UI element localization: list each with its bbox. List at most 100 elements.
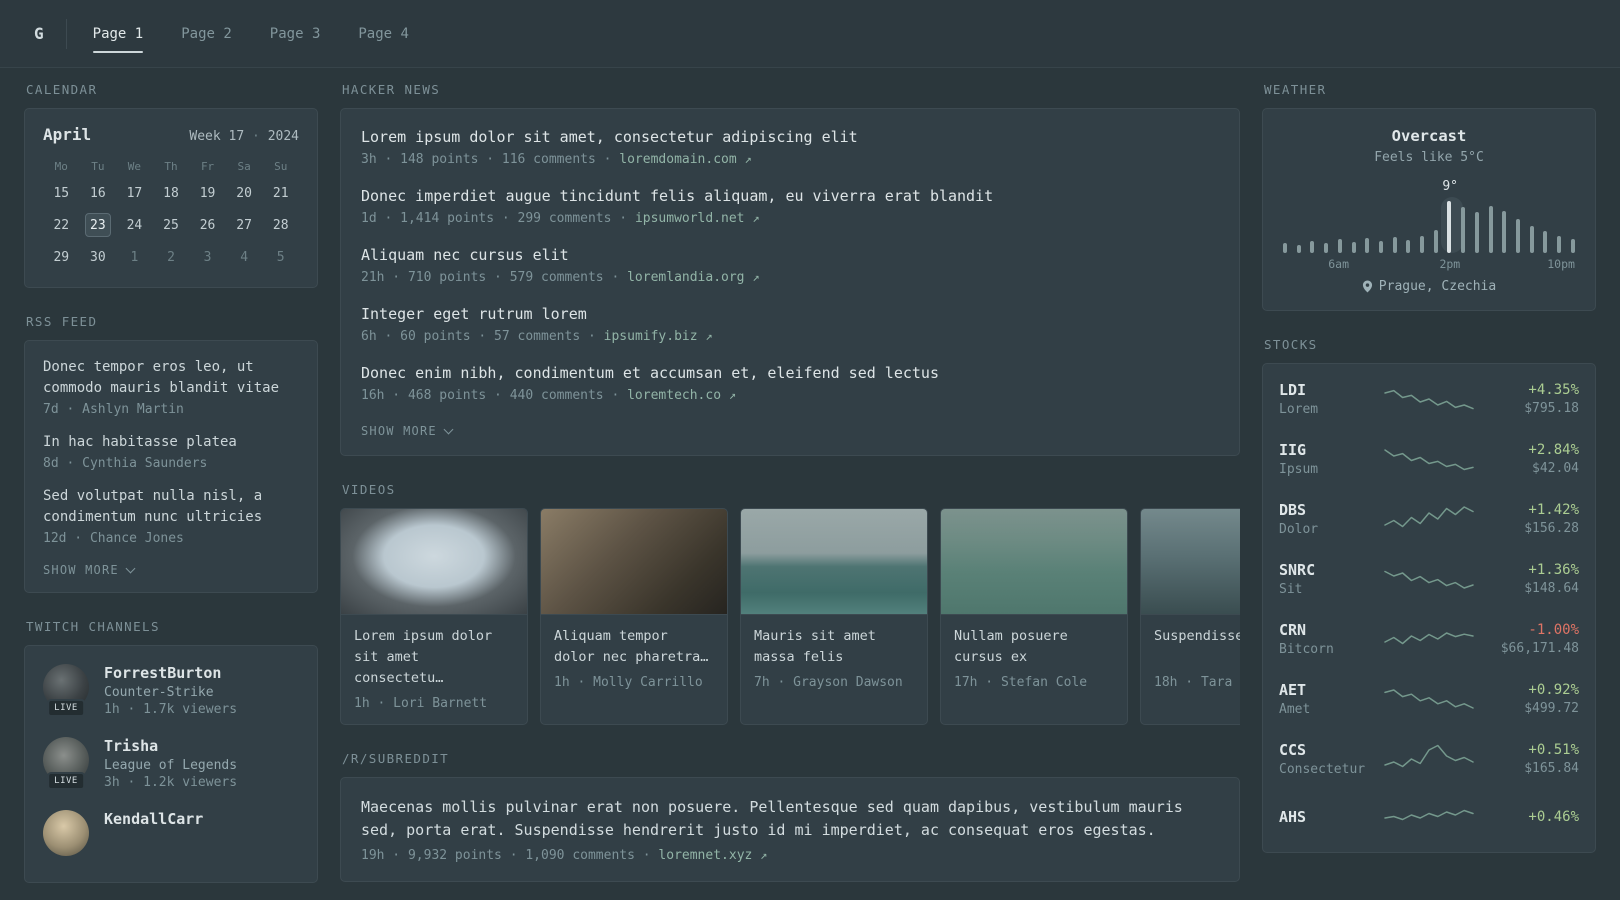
calendar-day: 21 xyxy=(272,185,289,201)
twitch-channel[interactable]: LIVE Trisha League of Legends 3h · 1.2k … xyxy=(43,737,299,790)
video-card[interactable]: Lorem ipsum dolor sit amet consectetu… 1… xyxy=(340,508,528,725)
stock-sparkline xyxy=(1371,442,1487,476)
tab-page-4[interactable]: Page 4 xyxy=(358,0,409,67)
rss-item-title[interactable]: In hac habitasse platea xyxy=(43,432,299,453)
weather-bar xyxy=(1570,239,1575,253)
stock-symbol: SNRC xyxy=(1279,561,1316,579)
subreddit-meta-text: 19h · 9,932 points · 1,090 comments · xyxy=(361,848,651,864)
channel-avatar[interactable]: LIVE xyxy=(43,737,89,790)
calendar-widget: April Week 17 · 2024 Mo Tu We Th Fr Sa Su 15 16… xyxy=(24,108,318,288)
stock-row[interactable]: AET Amet +0.92% $499.72 xyxy=(1279,669,1579,729)
stock-row[interactable]: CRN Bitcorn -1.00% $66,171.48 xyxy=(1279,609,1579,669)
hn-domain-link[interactable]: loremtech.co ↗ xyxy=(627,388,736,403)
calendar-header: April Week 17 · 2024 xyxy=(43,125,299,144)
tab-page-2[interactable]: Page 2 xyxy=(181,0,232,67)
stock-row[interactable]: CCS Consectetur +0.51% $165.84 xyxy=(1279,729,1579,789)
hn-domain: loremtech.co xyxy=(627,388,722,403)
tab-page-1[interactable]: Page 1 xyxy=(92,0,143,67)
channel-name[interactable]: Trisha xyxy=(104,737,237,755)
channel-avatar[interactable] xyxy=(43,810,89,856)
hn-item-title[interactable]: Donec enim nibh, condimentum et accumsan… xyxy=(361,363,1219,384)
video-title[interactable]: Nullam posuere cursus ex xyxy=(954,626,1114,668)
video-card[interactable]: Nullam posuere cursus ex 17h · Stefan Co… xyxy=(940,508,1128,725)
stock-change: +0.51% xyxy=(1528,742,1579,758)
calendar-week-label: Week 17 xyxy=(189,129,245,144)
rss-item: Donec tempor eros leo, ut commodo mauris… xyxy=(43,357,299,417)
hn-item-title[interactable]: Lorem ipsum dolor sit amet, consectetur … xyxy=(361,127,1219,148)
stock-row[interactable]: SNRC Sit +1.36% $148.64 xyxy=(1279,549,1579,609)
external-link-icon: ↗ xyxy=(705,329,713,343)
video-thumbnail[interactable] xyxy=(941,509,1127,615)
twitch-channel[interactable]: LIVE ForrestBurton Counter-Strike 1h · 1… xyxy=(43,664,299,717)
subreddit-post-title[interactable]: Maecenas mollis pulvinar erat non posuer… xyxy=(361,796,1219,843)
stock-name: Consectetur xyxy=(1279,762,1366,777)
channel-name[interactable]: KendallCarr xyxy=(104,810,203,828)
channel-info: Trisha League of Legends 3h · 1.2k viewe… xyxy=(104,737,237,790)
video-title[interactable]: Suspendisse diam xyxy=(1154,626,1240,668)
external-link-icon: ↗ xyxy=(752,211,760,225)
app-logo[interactable]: G xyxy=(34,24,66,43)
video-body: Mauris sit amet massa felis 7h · Grayson… xyxy=(741,615,927,703)
stock-symbol: AET xyxy=(1279,681,1307,699)
calendar-day-header: We xyxy=(127,160,142,173)
video-title[interactable]: Mauris sit amet massa felis xyxy=(754,626,914,668)
page-tabs: Page 1 Page 2 Page 3 Page 4 xyxy=(92,0,409,67)
video-thumbnail[interactable] xyxy=(341,509,527,615)
weather-bar xyxy=(1433,229,1438,253)
video-card[interactable]: Suspendisse diam 18h · Tara xyxy=(1140,508,1240,725)
video-thumbnail[interactable] xyxy=(741,509,927,615)
channel-name[interactable]: ForrestBurton xyxy=(104,664,237,682)
stock-row[interactable]: IIG Ipsum +2.84% $42.04 xyxy=(1279,429,1579,489)
video-title[interactable]: Lorem ipsum dolor sit amet consectetu… xyxy=(354,626,514,689)
subreddit-domain-link[interactable]: loremnet.xyz ↗ xyxy=(658,848,767,863)
twitch-channel[interactable]: KendallCarr xyxy=(43,810,299,856)
hn-item-title[interactable]: Aliquam nec cursus elit xyxy=(361,245,1219,266)
hn-domain-link[interactable]: loremlandia.org ↗ xyxy=(627,270,759,285)
stock-values: +0.51% $165.84 xyxy=(1487,742,1579,776)
avatar-image xyxy=(43,810,89,856)
channel-avatar[interactable]: LIVE xyxy=(43,664,89,717)
stock-values: +0.46% xyxy=(1487,809,1579,828)
separator-dot: · xyxy=(252,129,260,144)
weather-bar xyxy=(1529,225,1534,253)
video-card[interactable]: Mauris sit amet massa felis 7h · Grayson… xyxy=(740,508,928,725)
weather-bar xyxy=(1543,231,1548,253)
hn-item-title[interactable]: Integer eget rutrum lorem xyxy=(361,304,1219,325)
hn-domain-link[interactable]: ipsumworld.net ↗ xyxy=(635,211,760,226)
channel-category[interactable]: Counter-Strike xyxy=(104,685,237,700)
hn-domain-link[interactable]: ipsumify.biz ↗ xyxy=(604,329,713,344)
video-meta: 18h · Tara xyxy=(1154,675,1233,690)
tab-page-3[interactable]: Page 3 xyxy=(270,0,321,67)
hn-domain: ipsumworld.net xyxy=(634,211,745,226)
video-thumbnail[interactable] xyxy=(541,509,727,615)
channel-meta: 1h · 1.7k viewers xyxy=(104,702,238,717)
subreddit-widget: Maecenas mollis pulvinar erat non posuer… xyxy=(340,776,1240,883)
stock-row[interactable]: DBS Dolor +1.42% $156.28 xyxy=(1279,489,1579,549)
video-thumbnail[interactable] xyxy=(1141,509,1240,615)
stock-name: Ipsum xyxy=(1279,462,1319,477)
rss-item-title[interactable]: Sed volutpat nulla nisl, a condimentum n… xyxy=(43,486,299,528)
stock-id: AET Amet xyxy=(1279,681,1371,717)
rss-item-title[interactable]: Donec tempor eros leo, ut commodo mauris… xyxy=(43,357,299,399)
rss-item: In hac habitasse platea 8d · Cynthia Sau… xyxy=(43,432,299,471)
stock-row[interactable]: LDI Lorem +4.35% $795.18 xyxy=(1279,369,1579,429)
hn-item-title[interactable]: Donec imperdiet augue tincidunt felis al… xyxy=(361,186,1219,207)
hn-show-more-button[interactable]: SHOW MORE xyxy=(361,424,454,438)
channel-category[interactable]: League of Legends xyxy=(104,758,237,773)
weather-bar xyxy=(1447,201,1452,253)
rss-item-meta: 12d · Chance Jones xyxy=(43,531,184,546)
video-meta: 1h · Molly Carrillo xyxy=(554,675,703,690)
calendar-day: 2 xyxy=(167,249,175,265)
stock-row[interactable]: AHS +0.46% xyxy=(1279,789,1579,847)
stock-values: +1.42% $156.28 xyxy=(1487,502,1579,536)
video-title[interactable]: Aliquam tempor dolor nec pharetra… xyxy=(554,626,714,668)
video-card[interactable]: Aliquam tempor dolor nec pharetra… 1h · … xyxy=(540,508,728,725)
rss-show-more-button[interactable]: SHOW MORE xyxy=(43,563,136,577)
hn-domain-link[interactable]: loremdomain.com ↗ xyxy=(619,152,751,167)
weather-bars xyxy=(1283,201,1575,253)
calendar-day: 5 xyxy=(276,249,285,265)
logo-divider xyxy=(65,18,67,49)
stock-change: +1.42% xyxy=(1528,502,1579,518)
videos-carousel: Lorem ipsum dolor sit amet consectetu… 1… xyxy=(340,508,1240,725)
weather-time-label: 2pm xyxy=(1439,257,1461,271)
